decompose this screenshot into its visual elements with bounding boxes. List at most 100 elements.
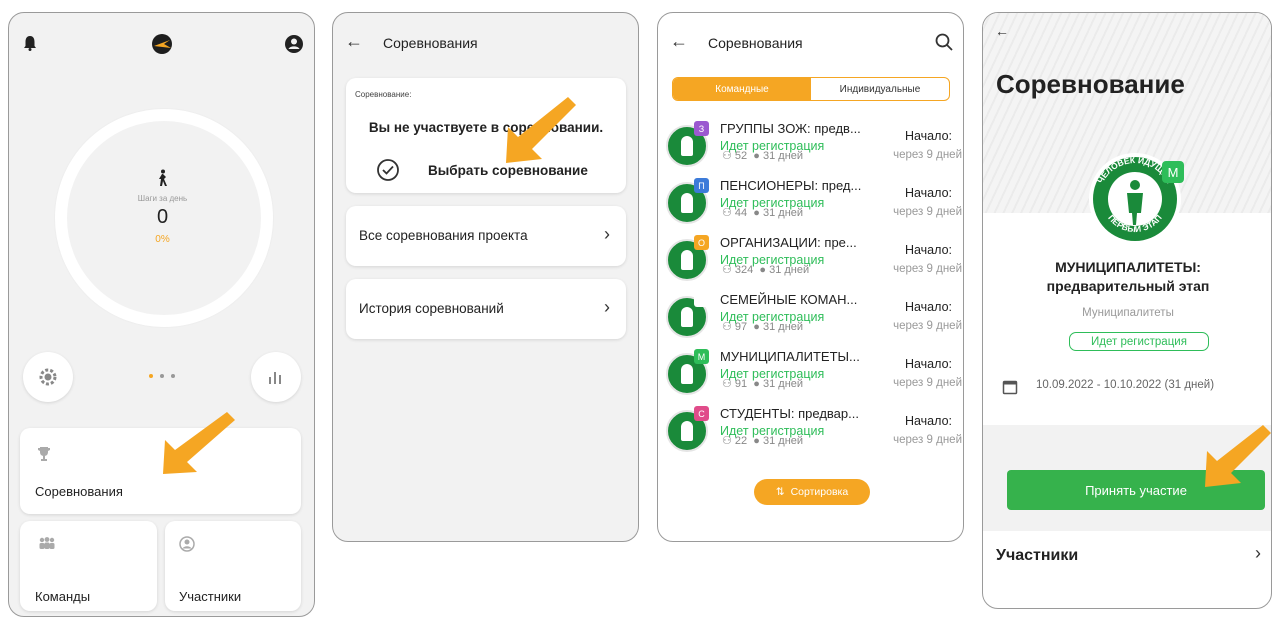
back-arrow-icon[interactable]: ← [995, 23, 1009, 39]
steps-value: 0 [156, 206, 169, 228]
category-badge: М [1162, 161, 1184, 183]
list-item[interactable]: СЕМЕЙНЫЕ КОМАН... Идет регистрация ⚇ 97 … [666, 288, 962, 344]
sort-button[interactable]: ⇅ Сортировка [754, 479, 870, 505]
row-days: 31 дней [762, 435, 804, 447]
row-title: ОРГАНИЗАЦИИ: пре... [720, 235, 857, 250]
competitions-label: Соревнования [35, 484, 123, 499]
row-days: 31 дней [762, 207, 804, 219]
not-participating-text: Вы не участвуете в соревновании. [368, 120, 604, 135]
row-days: 31 дней [762, 378, 804, 390]
history-label: История соревнований [359, 301, 504, 316]
calendar-icon [1002, 380, 1018, 395]
pointer-arrow [163, 412, 235, 474]
gear-icon [39, 368, 57, 386]
row-start-when: через 9 дней [893, 149, 962, 161]
list-item[interactable]: М МУНИЦИПАЛИТЕТЫ... Идет регистрация ⚇ 9… [666, 345, 962, 401]
teams-card[interactable]: Команды [20, 521, 157, 611]
competition-detail-screen: ← Соревнование ЧЕЛОВЕК ИДУЩИЙ ПЕРВЫЙ ЭТА… [982, 12, 1272, 609]
row-meta: ⚇ 91 ● 31 дней [722, 378, 804, 390]
sort-label: Сортировка [790, 486, 849, 498]
row-members: 91 [734, 378, 748, 390]
team-icon [39, 537, 55, 549]
search-icon[interactable] [935, 33, 953, 51]
chevron-right-icon: › [604, 297, 610, 317]
row-members: 22 [734, 435, 748, 447]
category-badge: З [694, 121, 709, 136]
screen-title: Соревнования [708, 35, 803, 51]
steps-label: Шаги за день [137, 194, 188, 203]
row-title: СЕМЕЙНЫЕ КОМАН... [720, 292, 858, 307]
row-title: ПЕНСИОНЕРЫ: пред... [720, 178, 862, 193]
all-competitions-item[interactable]: Все соревнования проекта › [346, 206, 626, 266]
participants-label: Участники [996, 547, 1079, 564]
row-start-when: через 9 дней [893, 320, 962, 332]
category-badge [694, 292, 709, 307]
row-start-label: Начало: [904, 414, 952, 428]
competition-name-line1: МУНИЦИПАЛИТЕТЫ: [1055, 259, 1201, 275]
back-arrow-icon[interactable]: ← [345, 31, 363, 52]
row-meta: ⚇ 52 ● 31 дней [722, 150, 804, 162]
home-screen: Шаги за день 0 0% Соревнования Команды У… [8, 12, 315, 617]
row-start-label: Начало: [904, 129, 952, 143]
list-item[interactable]: О ОРГАНИЗАЦИИ: пре... Идет регистрация ⚇… [666, 231, 962, 287]
all-competitions-label: Все соревнования проекта [359, 228, 528, 243]
trophy-icon [38, 447, 50, 461]
profile-icon[interactable] [284, 34, 304, 54]
sort-icon: ⇅ [775, 486, 785, 498]
bell-icon[interactable] [23, 35, 37, 51]
row-members: 44 [734, 207, 748, 219]
competitions-screen: ← Соревнования Соревнование: Вы не участ… [332, 12, 639, 542]
row-meta: ⚇ 44 ● 31 дней [722, 207, 804, 219]
tab-team[interactable]: Командные [673, 78, 811, 100]
row-meta: ⚇ 22 ● 31 дней [722, 435, 804, 447]
row-days: 31 дней [762, 321, 804, 333]
participants-row[interactable]: Участники › [983, 531, 1271, 581]
page-dot-active [149, 374, 153, 378]
screen-title: Соревнования [383, 35, 478, 51]
stats-button[interactable] [251, 352, 301, 402]
row-start-when: через 9 дней [893, 434, 962, 446]
row-title: МУНИЦИПАЛИТЕТЫ... [720, 349, 860, 364]
settings-button[interactable] [23, 352, 73, 402]
category-badge: П [694, 178, 709, 193]
row-members: 324 [734, 264, 754, 276]
tab-individual[interactable]: Индивидуальные [811, 78, 949, 100]
competition-name-line2: предварительный этап [1046, 278, 1210, 294]
row-start-when: через 9 дней [893, 206, 962, 218]
row-start-label: Начало: [904, 357, 952, 371]
category-badge: С [694, 406, 709, 421]
competition-category: Муниципалитеты [1082, 307, 1174, 319]
user-circle-icon [179, 536, 195, 552]
list-item[interactable]: З ГРУППЫ ЗОЖ: предв... Идет регистрация … [666, 117, 962, 173]
row-meta: ⚇ 97 ● 31 дней [722, 321, 804, 333]
competition-list-screen: ← Соревнования Командные Индивидуальные … [657, 12, 964, 542]
check-circle-icon[interactable] [376, 158, 400, 182]
row-title: ГРУППЫ ЗОЖ: предв... [720, 121, 861, 136]
current-competition-caption: Соревнование: [355, 90, 412, 99]
row-start-when: через 9 дней [893, 377, 962, 389]
chevron-right-icon: › [1255, 543, 1261, 563]
row-members: 52 [734, 150, 748, 162]
back-arrow-icon[interactable]: ← [670, 31, 688, 52]
page-dot [171, 374, 175, 378]
history-item[interactable]: История соревнований › [346, 279, 626, 339]
chevron-right-icon: › [604, 224, 610, 244]
row-meta: ⚇ 324 ● 31 дней [722, 264, 810, 276]
participants-card[interactable]: Участники [165, 521, 301, 611]
page-dot [160, 374, 164, 378]
pointer-arrow [1205, 425, 1271, 487]
row-members: 97 [734, 321, 748, 333]
current-competition-card: Соревнование: Вы не участвуете в соревно… [346, 78, 626, 193]
status-badge: Идет регистрация [1069, 332, 1209, 351]
row-start-label: Начало: [904, 243, 952, 257]
row-days: 31 дней [762, 150, 804, 162]
pointer-arrow [506, 97, 576, 163]
screen-title: Соревнование [996, 69, 1185, 99]
list-item[interactable]: П ПЕНСИОНЕРЫ: пред... Идет регистрация ⚇… [666, 174, 962, 230]
list-item[interactable]: С СТУДЕНТЫ: предвар... Идет регистрация … [666, 402, 962, 458]
walking-person-icon [159, 169, 167, 186]
row-start-label: Начало: [904, 300, 952, 314]
bar-chart-icon [269, 372, 281, 384]
row-title: СТУДЕНТЫ: предвар... [720, 406, 859, 421]
category-badge: О [694, 235, 709, 250]
